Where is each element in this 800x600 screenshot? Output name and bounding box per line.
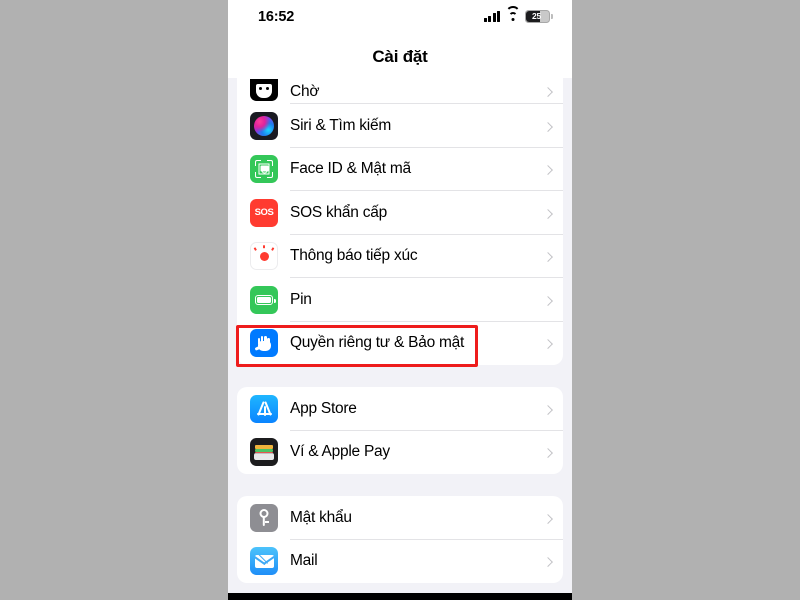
battery-icon: 25	[525, 10, 553, 23]
chevron-right-icon	[543, 513, 553, 524]
navigation-bar: Cài đặt	[228, 34, 572, 78]
chevron-right-icon	[543, 121, 553, 132]
chevron-right-icon	[543, 295, 553, 306]
wifi-icon	[505, 5, 520, 22]
chevron-right-icon	[543, 87, 553, 97]
list-item-passwords[interactable]: Mật khẩu	[237, 496, 563, 540]
list-item-label: Pin	[290, 290, 312, 308]
chevron-right-icon	[543, 404, 553, 415]
battery-settings-icon	[250, 285, 278, 314]
list-item-label: Thông báo tiếp xúc	[290, 247, 418, 265]
list-item-label: Chờ	[290, 83, 320, 100]
screenshot-canvas: 16:52 25 Cài đặt Chờ Siri & Tìm kiếm Fac…	[0, 0, 800, 600]
settings-group-store: App Store Ví & Apple Pay	[237, 387, 563, 474]
list-item-wallet-apple-pay[interactable]: Ví & Apple Pay	[237, 431, 563, 475]
list-item-siri-search[interactable]: Siri & Tìm kiếm	[237, 104, 563, 148]
list-item-app-store[interactable]: App Store	[237, 387, 563, 431]
chevron-right-icon	[543, 448, 553, 459]
signal-bars-icon	[483, 10, 500, 22]
list-item-label: Siri & Tìm kiếm	[290, 116, 392, 134]
battery-level-label: 25	[531, 11, 542, 22]
list-item-label: Mail	[290, 552, 318, 570]
list-item-screen-time[interactable]: Chờ	[237, 78, 563, 104]
list-item-emergency-sos[interactable]: SOS SOS khẩn cấp	[237, 191, 563, 235]
list-item-label: Face ID & Mật mã	[290, 160, 411, 178]
passwords-key-icon	[250, 503, 278, 532]
list-item-privacy-security[interactable]: Quyền riêng tư & Bảo mật	[237, 322, 563, 366]
screen-time-icon	[250, 79, 278, 101]
privacy-hand-icon	[250, 329, 278, 358]
mail-icon	[250, 547, 278, 576]
chevron-right-icon	[543, 339, 553, 350]
list-item-mail[interactable]: Mail	[237, 540, 563, 584]
siri-icon	[250, 111, 278, 140]
exposure-notification-icon	[250, 242, 278, 271]
list-item-face-id[interactable]: Face ID & Mật mã	[237, 148, 563, 191]
home-indicator-bar	[228, 593, 572, 600]
list-item-label: App Store	[290, 399, 357, 417]
chevron-right-icon	[543, 252, 553, 263]
list-item-battery[interactable]: Pin	[237, 278, 563, 322]
chevron-right-icon	[543, 208, 553, 219]
list-item-label: Mật khẩu	[290, 508, 352, 526]
list-item-label: SOS khẩn cấp	[290, 203, 387, 221]
emergency-sos-icon: SOS	[250, 198, 278, 227]
status-bar-clock: 16:52	[258, 9, 295, 25]
chevron-right-icon	[543, 557, 553, 568]
status-bar: 16:52 25	[228, 0, 572, 34]
status-bar-indicators: 25	[483, 5, 553, 23]
phone-screen: 16:52 25 Cài đặt Chờ Siri & Tìm kiếm Fac…	[228, 0, 572, 600]
wallet-icon	[250, 438, 278, 467]
face-id-icon	[250, 155, 278, 184]
app-store-icon	[250, 394, 278, 423]
list-item-label: Ví & Apple Pay	[290, 443, 390, 461]
settings-group-system: Chờ Siri & Tìm kiếm Face ID & Mật mã SOS…	[237, 78, 563, 365]
settings-group-accounts: Mật khẩu Mail	[237, 496, 563, 583]
page-title: Cài đặt	[372, 47, 428, 66]
list-item-label: Quyền riêng tư & Bảo mật	[290, 334, 465, 352]
chevron-right-icon	[543, 165, 553, 176]
list-item-exposure-notification[interactable]: Thông báo tiếp xúc	[237, 235, 563, 278]
settings-list[interactable]: Chờ Siri & Tìm kiếm Face ID & Mật mã SOS…	[228, 78, 572, 593]
